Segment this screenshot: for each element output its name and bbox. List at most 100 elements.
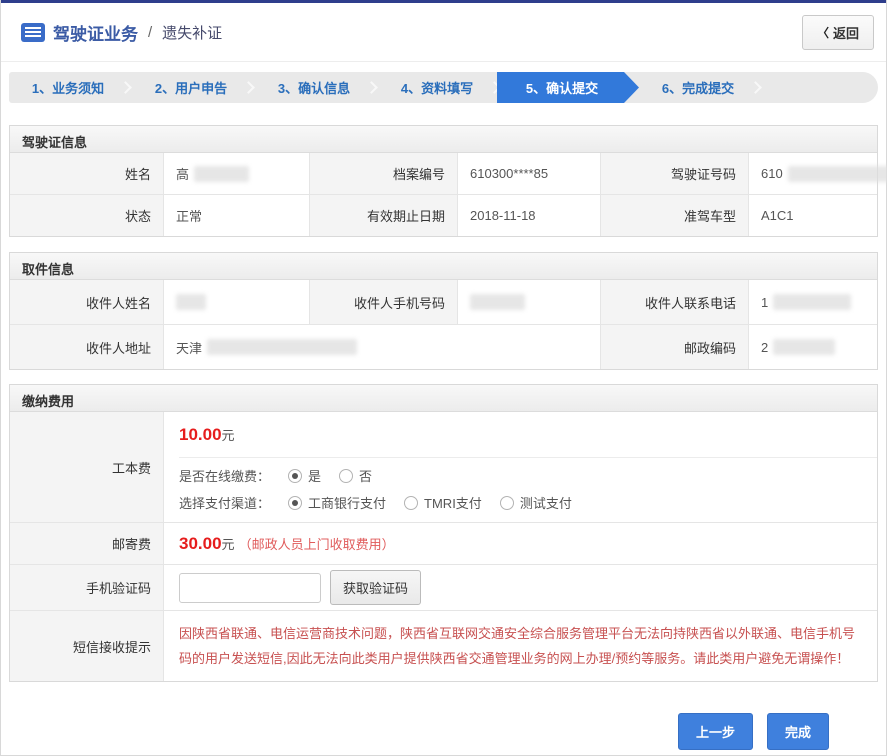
license-info-panel: 驾驶证信息 姓名 高 档案编号 610300****85 驾驶证号码 610 状… [9,125,878,237]
step-1-business-notice[interactable]: 1、业务须知 [9,72,127,103]
back-button-label: 返回 [833,23,859,42]
payment-title: 缴纳费用 [10,385,877,412]
redacted-text [788,166,887,182]
file-no-value: 610300****85 [458,153,601,194]
recipient-phone-value: 1 [749,280,877,324]
sms-note-content: 因陕西省联通、电信运营商技术问题，陕西省互联网交通安全综合服务管理平台无法向持陕… [164,611,877,681]
status-value: 正常 [164,195,310,236]
online-pay-option-yes[interactable]: 是 [288,466,321,485]
redacted-text [176,294,206,310]
recipient-address-value: 天津 [164,325,601,369]
file-no-label: 档案编号 [310,153,458,194]
step-wizard: 1、业务须知 2、用户申告 3、确认信息 4、资料填写 5、确认提交 6、完成提… [9,72,878,103]
breadcrumb: 驾驶证业务 / 遗失补证 [21,20,222,45]
redacted-text [470,294,525,310]
step-3-confirm-info[interactable]: 3、确认信息 [255,72,373,103]
online-pay-option-no-label[interactable]: 否 [359,466,372,485]
online-pay-option-no[interactable]: 否 [339,466,372,485]
postal-code-label: 邮政编码 [601,325,749,369]
pickup-info-title: 取件信息 [10,253,877,280]
postal-code-value: 2 [749,325,877,369]
redacted-text [194,166,249,182]
table-row: 收件人地址 天津 邮政编码 2 [10,324,877,369]
vehicle-class-label: 准驾车型 [601,195,749,236]
chevron-left-icon: 〈 [817,24,829,41]
recipient-mobile-value [458,280,601,324]
list-icon [21,23,45,42]
redacted-text [207,339,357,355]
payment-panel: 缴纳费用 工本费 10.00元 是否在线缴费： 是 否 [9,384,878,682]
license-no-label: 驾驶证号码 [601,153,749,194]
valid-until-value: 2018-11-18 [458,195,601,236]
sms-code-input[interactable] [179,573,321,603]
wizard-filler [762,72,878,103]
pay-channel-option-test-label[interactable]: 测试支付 [520,493,572,512]
radio-checked-icon[interactable] [288,469,302,483]
step-2-user-declaration[interactable]: 2、用户申告 [132,72,250,103]
production-fee-content: 10.00元 是否在线缴费： 是 否 选择支付渠道： [164,412,877,522]
vehicle-class-value: A1C1 [749,195,877,236]
sms-note-text: 因陕西省联通、电信运营商技术问题，陕西省互联网交通安全综合服务管理平台无法向持陕… [179,621,862,671]
previous-step-button[interactable]: 上一步 [678,713,753,750]
step-4-fill-data[interactable]: 4、资料填写 [378,72,496,103]
table-row: 状态 正常 有效期止日期 2018-11-18 准驾车型 A1C1 [10,194,877,236]
pay-channel-option-tmri-label[interactable]: TMRI支付 [424,493,482,512]
mail-fee-amount: 30.00 [179,534,222,554]
mail-fee-note: （邮政人员上门收取费用） [239,534,395,553]
redacted-text [773,294,851,310]
production-fee-label: 工本费 [10,412,164,522]
table-row: 收件人姓名 收件人手机号码 收件人联系电话 1 [10,280,877,324]
pickup-info-panel: 取件信息 收件人姓名 收件人手机号码 收件人联系电话 1 收件人地址 天津 [9,252,878,370]
radio-unchecked-icon[interactable] [339,469,353,483]
online-pay-question-line: 是否在线缴费： 是 否 [179,458,877,489]
recipient-name-label: 收件人姓名 [10,280,164,324]
breadcrumb-separator: / [148,24,152,41]
online-pay-question: 是否在线缴费： [179,466,270,485]
license-info-title: 驾驶证信息 [10,126,877,153]
pay-channel-option-tmri[interactable]: TMRI支付 [404,493,482,512]
recipient-name-value [164,280,310,324]
pay-channel-option-icbc-label[interactable]: 工商银行支付 [308,493,386,512]
recipient-phone-label: 收件人联系电话 [601,280,749,324]
radio-checked-icon[interactable] [288,496,302,510]
production-fee-unit: 元 [222,428,235,443]
pay-channel-question: 选择支付渠道： [179,493,270,512]
production-fee-amount-line: 10.00元 [179,412,877,458]
status-label: 状态 [10,195,164,236]
pay-channel-option-icbc[interactable]: 工商银行支付 [288,493,386,512]
mail-fee-unit: 元 [222,534,235,553]
footer-actions: 上一步 完成 [1,713,886,750]
recipient-address-label: 收件人地址 [10,325,164,369]
production-fee-row: 工本费 10.00元 是否在线缴费： 是 否 选 [10,412,877,522]
radio-unchecked-icon[interactable] [404,496,418,510]
license-no-value: 610 [749,153,887,194]
breadcrumb-current: 遗失补证 [162,22,222,43]
back-button[interactable]: 〈 返回 [802,15,874,50]
page: 驾驶证业务 / 遗失补证 〈 返回 1、业务须知 2、用户申告 3、确认信息 4… [0,0,887,756]
pay-channel-question-line: 选择支付渠道： 工商银行支付 TMRI支付 测试支付 [179,489,877,522]
page-title: 驾驶证业务 [53,20,138,45]
sms-code-row: 手机验证码 获取验证码 [10,564,877,610]
name-value: 高 [164,153,310,194]
mail-fee-row: 邮寄费 30.00元 （邮政人员上门收取费用） [10,522,877,564]
production-fee-amount: 10.00 [179,425,222,444]
recipient-mobile-label: 收件人手机号码 [310,280,458,324]
sms-code-label: 手机验证码 [10,565,164,610]
sms-code-content: 获取验证码 [164,565,877,610]
sms-note-row: 短信接收提示 因陕西省联通、电信运营商技术问题，陕西省互联网交通安全综合服务管理… [10,610,877,681]
redacted-text [773,339,835,355]
page-header: 驾驶证业务 / 遗失补证 〈 返回 [1,3,886,62]
table-row: 姓名 高 档案编号 610300****85 驾驶证号码 610 [10,153,877,194]
mail-fee-label: 邮寄费 [10,523,164,564]
mail-fee-content: 30.00元 （邮政人员上门收取费用） [164,523,877,564]
finish-button[interactable]: 完成 [767,713,829,750]
step-6-complete-submit[interactable]: 6、完成提交 [639,72,757,103]
sms-note-label: 短信接收提示 [10,611,164,681]
valid-until-label: 有效期止日期 [310,195,458,236]
online-pay-option-yes-label[interactable]: 是 [308,466,321,485]
radio-unchecked-icon[interactable] [500,496,514,510]
pay-channel-option-test[interactable]: 测试支付 [500,493,572,512]
step-5-confirm-submit-active[interactable]: 5、确认提交 [497,72,639,103]
get-sms-code-button[interactable]: 获取验证码 [330,570,421,605]
name-label: 姓名 [10,153,164,194]
